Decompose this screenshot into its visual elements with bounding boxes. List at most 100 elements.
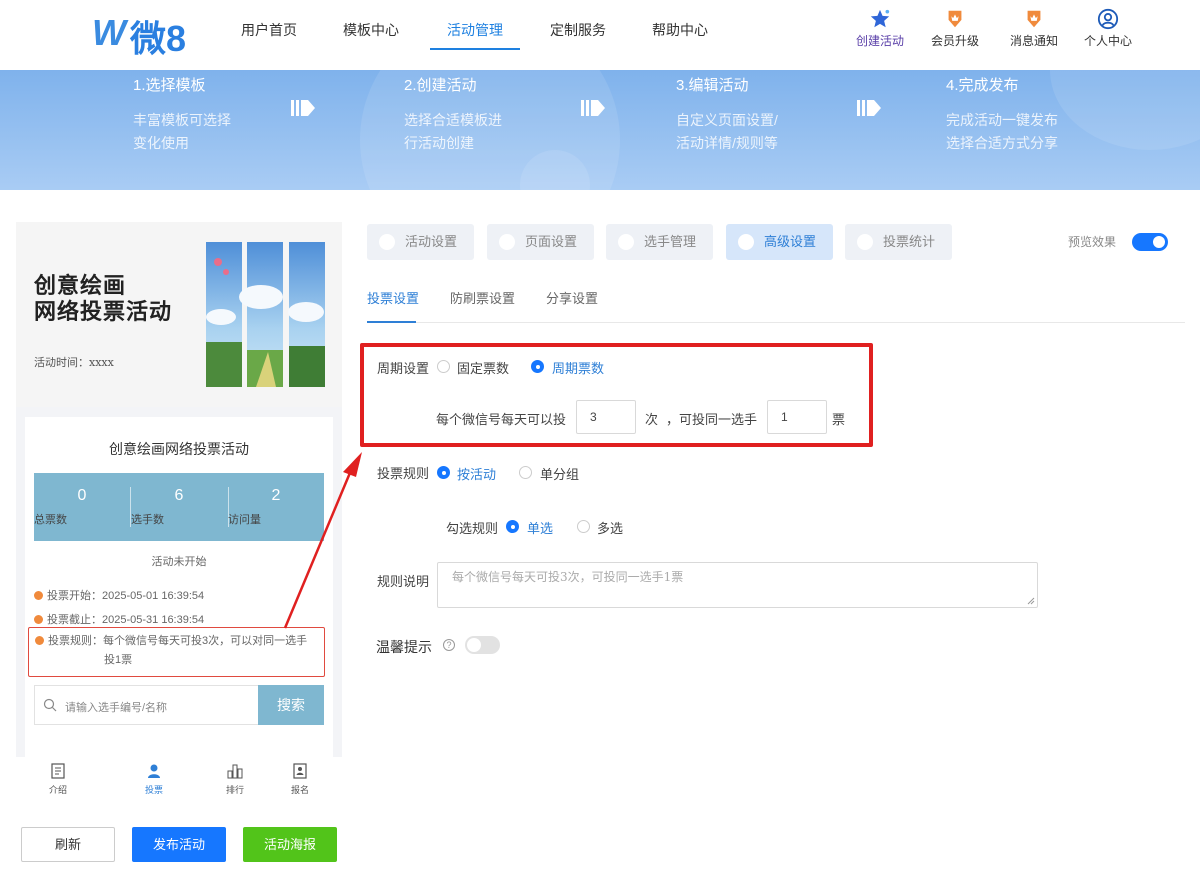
stat-total-votes: 0 总票数 [34, 473, 130, 541]
nav-activity-management[interactable]: 活动管理 [447, 20, 503, 40]
radio-multi-choice[interactable] [577, 520, 590, 533]
warm-tip-toggle[interactable] [465, 636, 500, 654]
activity-card: 创意绘画网络投票活动 0 总票数 6 选手数 2 访问量 活动未开始 投票开始：… [25, 417, 333, 787]
vote-start-info: 投票开始：2025-05-01 16:39:54 [34, 587, 204, 603]
vote-rule-info: 投票规则：每个微信号每天可投3次，可以对同一选手 投1票 [28, 627, 325, 677]
heart-icon [379, 234, 395, 250]
search-icon [43, 698, 57, 712]
step-desc: 丰富模板可选择 [133, 112, 231, 128]
tab-label: 页面设置 [525, 234, 578, 249]
step-desc: 自定义页面设置/ [676, 112, 778, 128]
tab-vote-statistics[interactable]: 投票统计 [845, 224, 952, 260]
subtab-anti-fraud[interactable]: 防刷票设置 [450, 288, 515, 307]
radio-single-group[interactable] [519, 466, 532, 479]
nav-help-center[interactable]: 帮助中心 [652, 20, 708, 40]
publish-activity-button[interactable]: 发布活动 [132, 827, 226, 862]
bar-chart-icon [227, 764, 243, 779]
option-single-group[interactable]: 单分组 [540, 464, 579, 483]
help-icon[interactable]: ? [443, 639, 455, 651]
highlight-box [360, 343, 873, 447]
create-activity-button[interactable]: 创建活动 [845, 8, 915, 49]
logo-text: 微8 [130, 18, 187, 59]
preview-effect-label: 预览效果 [1068, 235, 1117, 249]
refresh-button[interactable]: 刷新 [21, 827, 115, 862]
rule-description-textarea[interactable]: 每个微信号每天可投3次，可投同一选手1票 [437, 562, 1038, 608]
nav-user-home[interactable]: 用户首页 [241, 20, 297, 40]
preview-effect-toggle[interactable] [1132, 233, 1168, 251]
vote-end-text: 投票截止：2025-05-31 16:39:54 [47, 614, 205, 626]
stats-bar: 0 总票数 6 选手数 2 访问量 [34, 473, 324, 541]
rule-description-label: 规则说明 [377, 574, 430, 589]
banner-decoration [1050, 70, 1200, 150]
nav-template-center[interactable]: 模板中心 [343, 20, 399, 40]
rule-description-placeholder: 每个微信号每天可投3次，可投同一选手1票 [452, 570, 684, 584]
step-publish: 4.完成发布 完成活动一键发布 选择合适方式分享 [946, 74, 1058, 155]
search-button[interactable]: 搜索 [258, 685, 324, 725]
personal-center-label: 个人中心 [1083, 34, 1132, 48]
search-input[interactable]: 请输入选手编号/名称 [65, 699, 167, 715]
id-card-icon [293, 763, 307, 779]
option-multi-choice[interactable]: 多选 [597, 518, 623, 537]
step-desc: 变化使用 [133, 135, 189, 151]
subtab-share-settings[interactable]: 分享设置 [546, 288, 598, 307]
step-title: 3.编辑活动 [676, 77, 749, 94]
logo-mark: W [92, 12, 126, 53]
radio-single-choice[interactable] [506, 520, 519, 533]
mobile-tab-bar: 介绍 投票 排行 报名 [16, 757, 342, 802]
activity-poster-button[interactable]: 活动海报 [243, 827, 337, 862]
option-by-activity[interactable]: 按活动 [457, 464, 496, 483]
tab-label: 排行 [225, 785, 244, 795]
tab-advanced-settings[interactable]: 高级设置 [726, 224, 833, 260]
person-icon [148, 764, 160, 778]
annotation-arrow-head [343, 452, 362, 477]
contestant-search[interactable]: 请输入选手编号/名称 搜索 [34, 685, 324, 725]
bell-badge-icon [1027, 10, 1041, 28]
step-arrow-icon [581, 100, 605, 116]
cover-title-line: 网络投票活动 [34, 300, 173, 325]
tab-activity-settings[interactable]: 活动设置 [367, 224, 474, 260]
stat-value: 0 [77, 487, 87, 504]
step-arrow-icon [857, 100, 881, 116]
star-icon [870, 9, 890, 28]
cover-title: 创意绘画 网络投票活动 [34, 274, 172, 326]
stat-label: 总票数 [34, 514, 67, 526]
radio-by-activity[interactable] [437, 466, 450, 479]
vote-rule-text: 投票规则：每个微信号每天可投3次，可以对同一选手 [48, 635, 308, 647]
option-single-choice[interactable]: 单选 [527, 518, 553, 537]
create-activity-label: 创建活动 [855, 34, 904, 48]
bullet-dot [34, 615, 43, 624]
resize-grip-icon[interactable] [1027, 597, 1035, 605]
member-upgrade-label: 会员升级 [930, 34, 979, 48]
sliders-icon [738, 234, 754, 250]
step-title: 1.选择模板 [133, 77, 206, 94]
user-icon [618, 234, 634, 250]
activity-time: 活动时间：xxxx [34, 356, 114, 369]
tab-signup[interactable]: 报名 [275, 763, 325, 796]
nav-custom-service[interactable]: 定制服务 [550, 20, 606, 40]
user-circle-icon [1097, 8, 1119, 30]
tab-page-settings[interactable]: 页面设置 [487, 224, 594, 260]
stat-contestants: 6 选手数 [131, 473, 227, 541]
tab-contestant-management[interactable]: 选手管理 [606, 224, 713, 260]
logo[interactable]: W 微8 [92, 10, 192, 59]
activity-status: 活动未开始 [151, 556, 207, 568]
step-title: 2.创建活动 [404, 77, 477, 94]
bullet-dot [34, 591, 43, 600]
member-upgrade-button[interactable]: 会员升级 [920, 8, 990, 49]
subtab-active-indicator [367, 321, 416, 323]
stat-visits: 2 访问量 [228, 473, 324, 541]
notifications-button[interactable]: 消息通知 [999, 8, 1069, 49]
subtab-vote-settings[interactable]: 投票设置 [367, 288, 419, 307]
document-icon [51, 763, 65, 779]
crown-badge-icon [948, 10, 962, 28]
mobile-preview: 创意绘画 网络投票活动 活动时间：xxxx 创意绘画网络投票活动 0 总票数 6… [16, 222, 342, 802]
tab-ranking[interactable]: 排行 [210, 763, 260, 796]
tab-label: 高级设置 [764, 234, 817, 249]
cover-banner: 创意绘画 网络投票活动 活动时间：xxxx [16, 222, 342, 407]
tab-vote[interactable]: 投票 [129, 763, 179, 796]
personal-center-button[interactable]: 个人中心 [1073, 8, 1143, 49]
notifications-label: 消息通知 [1009, 34, 1058, 48]
tab-label: 选手管理 [644, 234, 697, 249]
tab-intro[interactable]: 介绍 [33, 763, 83, 796]
top-header: W 微8 用户首页 模板中心 活动管理 定制服务 帮助中心 创建活动 会员升级 … [0, 0, 1200, 70]
